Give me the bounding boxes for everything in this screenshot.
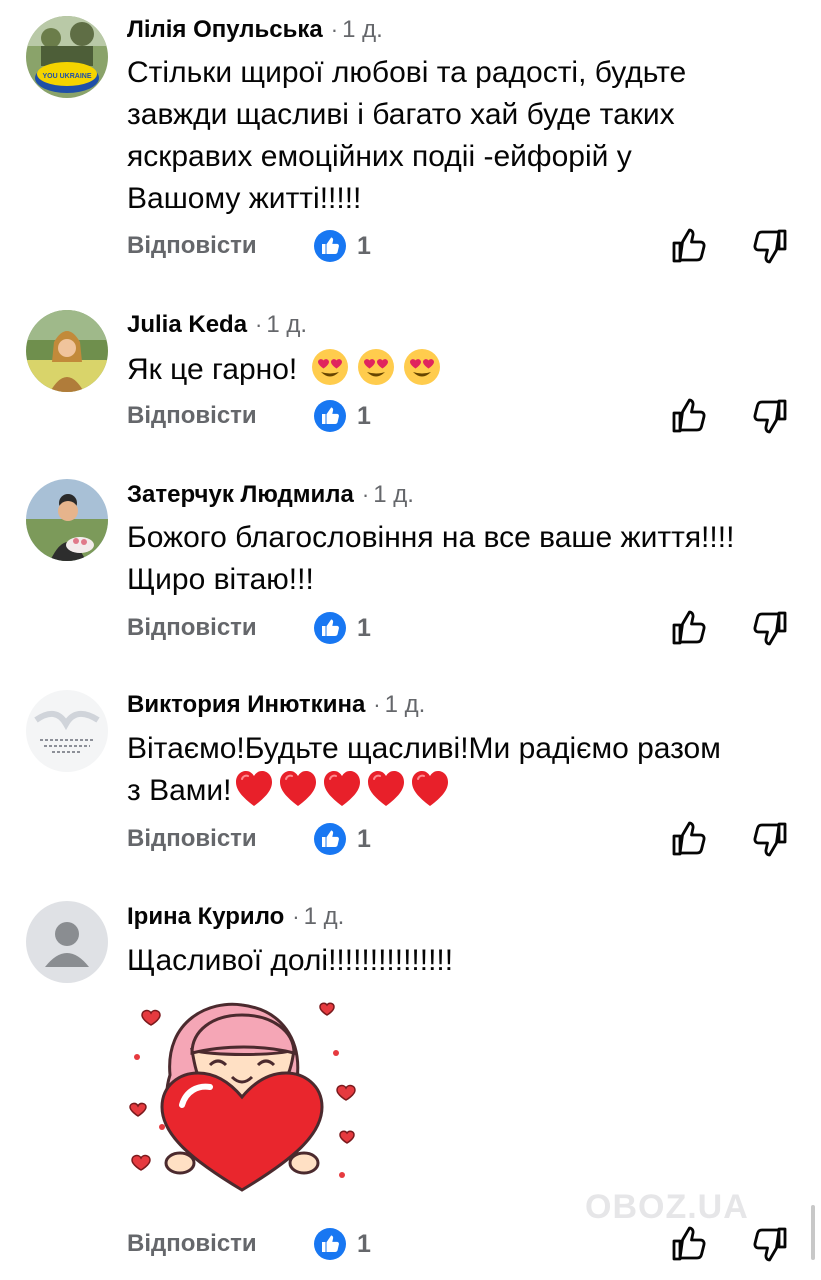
girl-hugging-heart-sticker[interactable] xyxy=(122,995,362,1195)
like-count[interactable]: 1 xyxy=(357,1224,371,1264)
comment-actions: Відповісти 1 xyxy=(0,1224,821,1264)
red-heart-emoji xyxy=(278,770,318,808)
comment-line: Щиро вітаю!!! xyxy=(127,563,314,596)
red-heart-emoji xyxy=(410,770,450,808)
thumbs-down-icon[interactable] xyxy=(751,819,791,859)
separator-dot: · xyxy=(373,692,381,717)
avatar[interactable] xyxy=(26,901,108,983)
comment-header: Лілія Опульська · 1 д. xyxy=(127,15,383,45)
thumbs-up-icon[interactable] xyxy=(668,608,708,648)
author-name[interactable]: Julia Keda xyxy=(127,311,247,338)
scrollbar[interactable] xyxy=(811,1205,815,1260)
comment-text: Як це гарно! xyxy=(127,348,441,391)
avatar-image xyxy=(26,690,108,772)
reply-button[interactable]: Відповісти xyxy=(127,396,257,436)
separator-dot: · xyxy=(255,312,263,337)
author-name[interactable]: Лілія Опульська xyxy=(127,16,323,43)
comment-actions: Відповісти 1 xyxy=(0,396,821,436)
default-avatar-icon xyxy=(26,901,108,983)
like-reaction-icon[interactable] xyxy=(313,611,347,645)
reply-button[interactable]: Відповісти xyxy=(127,819,257,859)
comment-text: Вітаємо!Будьте щасливі!Ми радіємо разом … xyxy=(127,728,721,812)
avatar-image xyxy=(26,479,108,561)
author-name[interactable]: Виктория Инюткина xyxy=(127,691,365,718)
comment-text: Щасливої долі!!!!!!!!!!!!!!! xyxy=(127,940,453,982)
heart-eyes-emoji xyxy=(403,348,441,386)
comment-actions: Відповісти 1 xyxy=(0,608,821,648)
avatar-image xyxy=(26,310,108,392)
comment-header: Ірина Курило · 1 д. xyxy=(127,902,344,932)
reply-button[interactable]: Відповісти xyxy=(127,226,257,266)
timestamp[interactable]: 1 д. xyxy=(266,311,307,338)
svg-text:YOU UKRAINE: YOU UKRAINE xyxy=(42,73,91,80)
comment-text: Божого благословіння на все ваше життя!!… xyxy=(127,517,734,601)
separator-dot: · xyxy=(330,17,339,42)
red-heart-emoji xyxy=(366,770,406,808)
red-heart-emoji xyxy=(234,770,274,808)
comment-line: Стільки щирої любові та радості, будьте xyxy=(127,56,687,89)
thumbs-up-icon[interactable] xyxy=(668,226,708,266)
heart-eyes-emoji xyxy=(357,348,395,386)
red-heart-emoji xyxy=(322,770,362,808)
like-reaction-icon[interactable] xyxy=(313,399,347,433)
heart-eyes-emoji xyxy=(311,348,349,386)
timestamp[interactable]: 1 д. xyxy=(385,691,426,718)
like-reaction-icon[interactable] xyxy=(313,822,347,856)
timestamp[interactable]: 1 д. xyxy=(342,16,383,43)
thumbs-up-icon[interactable] xyxy=(668,396,708,436)
thumbs-up-icon[interactable] xyxy=(668,819,708,859)
comment-header: Julia Keda · 1 д. xyxy=(127,310,307,340)
reply-button[interactable]: Відповісти xyxy=(127,1224,257,1264)
avatar[interactable] xyxy=(26,310,108,392)
like-reaction-icon[interactable] xyxy=(313,1227,347,1261)
timestamp[interactable]: 1 д. xyxy=(373,481,414,508)
avatar[interactable]: YOU UKRAINE xyxy=(26,16,108,98)
like-count[interactable]: 1 xyxy=(357,819,371,859)
like-reaction-icon[interactable] xyxy=(313,229,347,263)
comment-line: завжди щасливі і багато хай буде таких xyxy=(127,98,675,131)
comment-line: Божого благословіння на все ваше життя!!… xyxy=(127,521,735,554)
thumbs-down-icon[interactable] xyxy=(751,608,791,648)
comment-line: Як це гарно! xyxy=(127,348,441,391)
thumbs-down-icon[interactable] xyxy=(751,1224,791,1264)
like-count[interactable]: 1 xyxy=(357,608,371,648)
separator-dot: · xyxy=(292,904,300,929)
comment-text: Стільки щирої любові та радості, будьте … xyxy=(127,52,686,220)
comment-line: Вашому житті!!!!! xyxy=(127,182,362,215)
reply-button[interactable]: Відповісти xyxy=(127,608,257,648)
thumbs-down-icon[interactable] xyxy=(751,396,791,436)
comment-line: Вітаємо!Будьте щасливі!Ми радіємо разом xyxy=(127,732,721,765)
comment-actions: Відповісти 1 xyxy=(0,819,821,859)
avatar-image: YOU UKRAINE xyxy=(26,16,108,98)
thumbs-down-icon[interactable] xyxy=(751,226,791,266)
comment-actions: Відповісти 1 xyxy=(0,226,821,266)
like-count[interactable]: 1 xyxy=(357,226,371,266)
comment-line: Щасливої долі!!!!!!!!!!!!!!! xyxy=(127,944,454,977)
like-count[interactable]: 1 xyxy=(357,396,371,436)
avatar[interactable] xyxy=(26,479,108,561)
author-name[interactable]: Ірина Курило xyxy=(127,903,284,930)
separator-dot: · xyxy=(361,482,370,507)
comment-header: Виктория Инюткина · 1 д. xyxy=(127,690,425,720)
comment-line: яскравих емоційних подіі -ейфорій у xyxy=(127,140,632,173)
author-name[interactable]: Затерчук Людмила xyxy=(127,481,354,508)
avatar[interactable] xyxy=(26,690,108,772)
watermark: OBOZ.UA xyxy=(585,1188,749,1226)
comment-line: з Вами! xyxy=(127,770,721,812)
thumbs-up-icon[interactable] xyxy=(668,1224,708,1264)
comment-header: Затерчук Людмила · 1 д. xyxy=(127,480,414,510)
timestamp[interactable]: 1 д. xyxy=(304,903,345,930)
